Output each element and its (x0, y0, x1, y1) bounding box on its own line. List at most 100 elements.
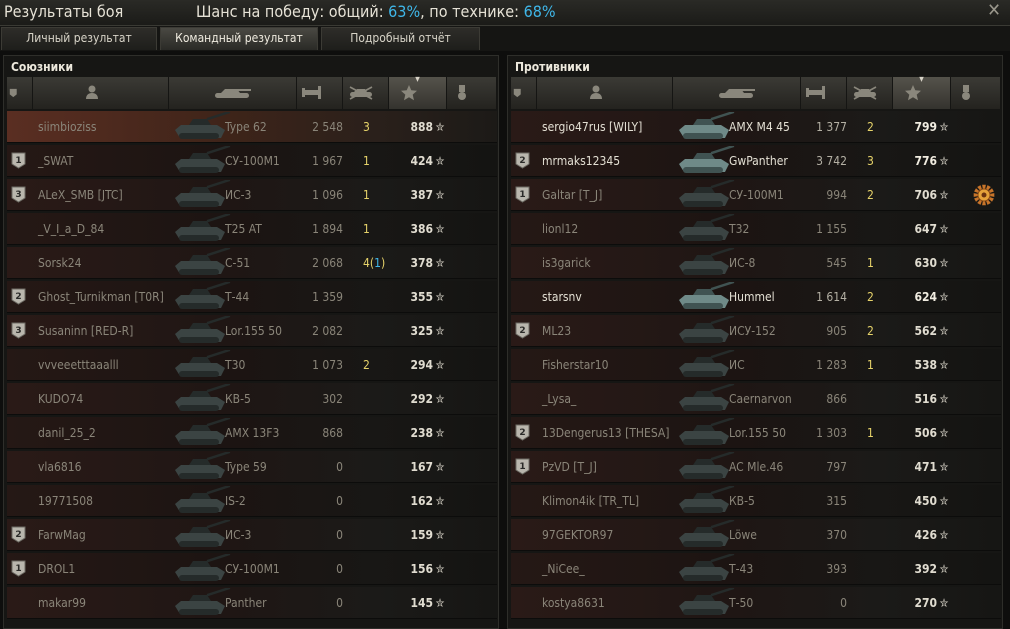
damage-value: 545 (826, 256, 847, 270)
player-name[interactable]: siimbioziss (38, 111, 97, 143)
table-row[interactable]: _Lysa_ Caernarvon 866 516 ✮ (511, 383, 1001, 415)
frags-value: 1 (867, 247, 874, 279)
table-row[interactable]: kostya8631 Т-50 0 270 ✮ (511, 587, 1001, 619)
player-name[interactable]: kostya8631 (542, 587, 605, 619)
player-name[interactable]: _NiCee_ (542, 553, 585, 585)
table-row[interactable]: 1 DROL1 СУ-100М1 0 156 ✮ (7, 553, 497, 585)
player-name[interactable]: DROL1 (38, 553, 75, 585)
player-name[interactable]: is3garick (542, 247, 591, 279)
table-row[interactable]: 2 13Dengerus13 [THESA] Lor.155 50 1 303 1 506… (511, 417, 1001, 449)
player-name[interactable]: mrmaks12345 (542, 145, 620, 177)
table-row[interactable]: _NiCee_ Т-43 393 392 ✮ (511, 553, 1001, 585)
player-name[interactable]: Galtar [T_J] (542, 179, 602, 211)
table-row[interactable]: 1 PzVD [T_J] AC Mle.46 797 471 ✮ (511, 451, 1001, 483)
sort-damage-column[interactable] (297, 77, 343, 109)
table-row[interactable]: 2 mrmaks12345 GwPanther 3 742 3 776 ✮ (511, 145, 1001, 177)
frags-count: 2 (867, 290, 874, 304)
sort-experience-column[interactable]: ▾ (389, 74, 447, 109)
table-row[interactable]: danil_25_2 AMX 13F3 868 238 ✮ (7, 417, 497, 449)
table-row[interactable]: is3garick ИС-8 545 1 630 ✮ (511, 247, 1001, 279)
table-row[interactable]: 2 Ghost_Turnikman [T0R] Т-44 1 359 355 ✮ (7, 281, 497, 313)
tab-personal-result[interactable]: Личный результат (1, 27, 157, 50)
sort-player-column[interactable] (537, 77, 673, 109)
table-row[interactable]: 3 Susaninn [RED-R] Lor.155 50 2 082 325 ✮ (7, 315, 497, 347)
tab-team-result[interactable]: Командный результат (160, 27, 318, 50)
player-name[interactable]: 97GEKTOR97 (542, 519, 613, 551)
player-name[interactable]: starsnv (542, 281, 582, 313)
table-row[interactable]: vla6816 Type 59 0 167 ✮ (7, 451, 497, 483)
frags-count: 2 (867, 324, 874, 338)
enemies-column-header: ▾ (511, 74, 1001, 109)
player-name[interactable]: 13Dengerus13 [THESA] (542, 417, 670, 449)
table-row[interactable]: Fisherstar10 ИС 1 283 1 538 ✮ (511, 349, 1001, 381)
table-row[interactable]: _V_I_a_D_84 T25 AT 1 894 1 386 ✮ (7, 213, 497, 245)
frags-count: 1 (363, 188, 370, 202)
sort-medals-column[interactable] (951, 77, 1001, 109)
sort-frags-column[interactable] (343, 77, 389, 109)
table-row[interactable]: sergio47rus [WILY] AMX M4 45 1 377 2 799 ✮ (511, 111, 1001, 143)
tab-detailed-report[interactable]: Подробный отчёт (321, 27, 480, 50)
player-name[interactable]: 19771508 (38, 485, 93, 517)
table-row[interactable]: starsnv Hummel 1 614 2 624 ✮ (511, 281, 1001, 313)
tank-icon (679, 214, 735, 241)
player-name[interactable]: makar99 (38, 587, 86, 619)
table-row[interactable]: lionl12 Т32 1 155 647 ✮ (511, 213, 1001, 245)
frags-value: 2 (867, 111, 874, 143)
experience-value: 294 (410, 358, 433, 372)
damage-value: 1 155 (816, 222, 847, 236)
player-name[interactable]: vvveeetttaaalll (38, 349, 119, 381)
experience-value: 145 (410, 596, 433, 610)
experience-value: 156 (410, 562, 433, 576)
sort-experience-column[interactable]: ▾ (893, 74, 951, 109)
player-name[interactable]: lionl12 (542, 213, 578, 245)
damage-value: 2 082 (312, 324, 343, 338)
sort-squad-column[interactable] (511, 77, 537, 109)
table-row[interactable]: vvveeetttaaalll T30 1 073 2 294 ✮ (7, 349, 497, 381)
player-name[interactable]: ML23 (542, 315, 571, 347)
medal-icon[interactable] (973, 184, 995, 206)
player-name[interactable]: _SWAT (38, 145, 73, 177)
damage-value: 302 (322, 392, 343, 406)
player-name[interactable]: sergio47rus [WILY] (542, 111, 642, 143)
player-name[interactable]: _Lysa_ (542, 383, 576, 415)
sort-frags-column[interactable] (847, 77, 893, 109)
table-row[interactable]: KUDO74 КВ-5 302 292 ✮ (7, 383, 497, 415)
player-name[interactable]: vla6816 (38, 451, 81, 483)
player-name[interactable]: Sorsk24 (38, 247, 82, 279)
sort-medals-column[interactable] (447, 77, 497, 109)
player-name[interactable]: FarwMag (38, 519, 86, 551)
table-row[interactable]: Sorsk24 С-51 2 068 4(1) 378 ✮ (7, 247, 497, 279)
damage-value: 370 (826, 528, 847, 542)
player-name[interactable]: _V_I_a_D_84 (38, 213, 104, 245)
player-name[interactable]: ALeX_SMB [JTC] (38, 179, 123, 211)
player-name[interactable]: Susaninn [RED-R] (38, 315, 133, 347)
table-row[interactable]: 1 _SWAT СУ-100М1 1 967 1 424 ✮ (7, 145, 497, 177)
table-row[interactable]: 3 ALeX_SMB [JTC] ИС-3 1 096 1 387 ✮ (7, 179, 497, 211)
sort-damage-column[interactable] (801, 77, 847, 109)
player-name[interactable]: Fisherstar10 (542, 349, 609, 381)
frags-count: 1 (363, 222, 370, 236)
sort-tank-column[interactable] (673, 77, 801, 109)
table-row[interactable]: Klimon4ik [TR_TL] КВ-5 315 450 ✮ (511, 485, 1001, 517)
player-name[interactable]: KUDO74 (38, 383, 83, 415)
close-button[interactable]: ✕ (984, 1, 1004, 21)
table-row[interactable]: 1 Galtar [T_J] СУ-100М1 994 2 706 ✮ (511, 179, 1001, 211)
table-row[interactable]: 2 ML23 ИСУ-152 905 2 562 ✮ (511, 315, 1001, 347)
table-row[interactable]: 97GEKTOR97 Löwe 370 426 ✮ (511, 519, 1001, 551)
tank-icon (175, 554, 231, 581)
sort-squad-column[interactable] (7, 77, 33, 109)
sort-tank-column[interactable] (169, 77, 297, 109)
sort-player-column[interactable] (33, 77, 169, 109)
player-name[interactable]: Klimon4ik [TR_TL] (542, 485, 639, 517)
tank-name: Т-44 (225, 290, 250, 304)
table-row[interactable]: 2 FarwMag ИС-3 0 159 ✮ (7, 519, 497, 551)
tank-name: С-51 (225, 256, 251, 270)
table-row[interactable]: 19771508 IS-2 0 162 ✮ (7, 485, 497, 517)
star-icon: ✮ (435, 290, 445, 304)
damage-value: 1 303 (816, 426, 847, 440)
player-name[interactable]: danil_25_2 (38, 417, 96, 449)
player-name[interactable]: PzVD [T_J] (542, 451, 597, 483)
player-name[interactable]: Ghost_Turnikman [T0R] (38, 281, 164, 313)
table-row[interactable]: siimbioziss Type 62 2 548 3 888 ✮ (7, 111, 497, 143)
table-row[interactable]: makar99 Panther 0 145 ✮ (7, 587, 497, 619)
